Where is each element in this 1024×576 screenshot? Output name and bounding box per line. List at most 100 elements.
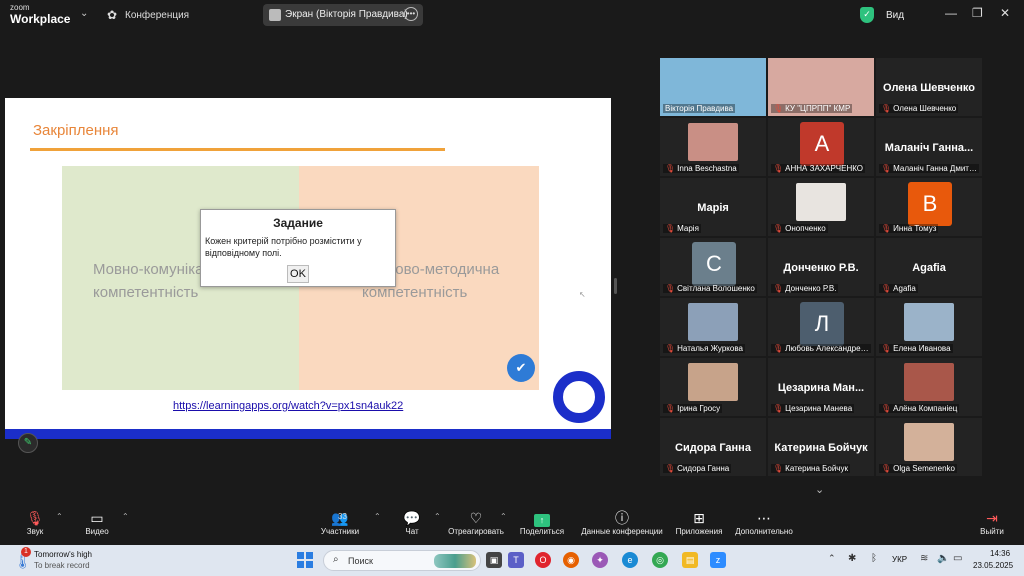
- participant-name: Agafia: [893, 284, 916, 293]
- meeting-title[interactable]: Конференция: [125, 10, 189, 21]
- share-button[interactable]: ↑ Поделиться: [517, 509, 567, 536]
- windows-start-icon[interactable]: [297, 552, 313, 568]
- react-label: Отреагировать: [448, 527, 504, 536]
- react-button[interactable]: ♡ Отреагировать: [446, 509, 506, 536]
- task-view-icon[interactable]: ▣: [486, 552, 502, 568]
- participant-tile[interactable]: Катерина Бойчук 🎙 Катерина Бойчук: [768, 418, 874, 476]
- view-button[interactable]: Вид: [886, 10, 904, 21]
- participant-tile[interactable]: 🎙 Онопченко: [768, 178, 874, 236]
- more-options-icon[interactable]: •••: [404, 7, 418, 21]
- clock-date[interactable]: 23.05.2025: [973, 561, 1013, 570]
- mic-muted-icon: 🎙: [665, 164, 676, 173]
- participant-name: Світлана Волошенко: [677, 284, 755, 293]
- opera-icon[interactable]: O: [535, 552, 551, 568]
- tray-app-icon[interactable]: ✱: [848, 553, 856, 564]
- participant-name: Алёна Компанiец: [893, 404, 958, 413]
- tray-expand-icon[interactable]: ⌃: [828, 553, 836, 564]
- apps-icon: ⊞: [693, 510, 705, 526]
- chrome-icon[interactable]: ◎: [652, 552, 668, 568]
- firefox-icon[interactable]: ◉: [563, 552, 579, 568]
- participant-video: [688, 363, 738, 401]
- language-indicator[interactable]: УКР: [892, 555, 907, 564]
- learningapps-link[interactable]: https://learningapps.org/watch?v=px1sn4a…: [173, 400, 403, 412]
- meeting-info-label: Данные конференции: [581, 527, 663, 536]
- participant-tile[interactable]: Цезарина Ман... 🎙 Цезарина Манева: [768, 358, 874, 416]
- taskbar-search[interactable]: ⌕ Поиск: [323, 550, 481, 571]
- avatar: B: [908, 182, 952, 226]
- participant-tile[interactable]: Олена Шевченко 🎙 Олена Шевченко: [876, 58, 982, 116]
- copilot-icon[interactable]: ✦: [592, 552, 608, 568]
- participant-tile[interactable]: Л 🎙 Любовь Александрен...: [768, 298, 874, 356]
- chat-button[interactable]: 💬 Чат: [400, 509, 424, 536]
- participant-name-large: Катерина Бойчук: [774, 442, 868, 454]
- caret-up-icon: ⌃: [374, 512, 381, 521]
- participants-button[interactable]: 👥 33 Участники: [318, 509, 362, 536]
- teams-icon[interactable]: T: [508, 552, 524, 568]
- mic-muted-icon: 🎙: [881, 404, 892, 413]
- edge-icon[interactable]: e: [622, 552, 638, 568]
- apps-button[interactable]: ⊞ Приложения: [672, 509, 726, 536]
- participant-tile[interactable]: Agafia 🎙 Agafia: [876, 238, 982, 296]
- participant-tile[interactable]: Донченко Р.В. 🎙 Донченко Р.В.: [768, 238, 874, 296]
- gallery-scroll-down-icon[interactable]: ⌄: [815, 483, 824, 496]
- participant-tile[interactable]: 🎙 Наталья Журкова: [660, 298, 766, 356]
- participant-tile[interactable]: Марія 🎙 Марія: [660, 178, 766, 236]
- mic-muted-icon: 🎙: [881, 104, 892, 113]
- volume-icon[interactable]: 🔈: [937, 553, 949, 564]
- panel-splitter[interactable]: [614, 278, 617, 294]
- participant-tile[interactable]: 🎙 Елена Иванова: [876, 298, 982, 356]
- participant-name: Онопченко: [785, 224, 826, 233]
- mic-muted-icon: 🎙: [773, 164, 784, 173]
- participant-tile[interactable]: 🎙 Ірина Гросу: [660, 358, 766, 416]
- mic-muted-icon: 🎙: [665, 224, 676, 233]
- file-explorer-icon[interactable]: ▤: [682, 552, 698, 568]
- check-answer-icon[interactable]: ✔: [507, 354, 535, 382]
- restore-button[interactable]: ❐: [972, 6, 983, 20]
- participant-video: [904, 303, 954, 341]
- mic-muted-icon: 🎙: [665, 284, 676, 293]
- bluetooth-icon[interactable]: ᛒ: [871, 553, 877, 564]
- video-button[interactable]: ▭ Видео: [82, 509, 112, 536]
- audio-button[interactable]: 🎙 Звук: [20, 509, 50, 536]
- participant-name-large: Марія: [697, 202, 729, 214]
- participant-name: Inna Beschastna: [677, 164, 737, 173]
- security-shield-icon[interactable]: ✓: [860, 7, 874, 23]
- weather-title[interactable]: Tomorrow's high: [34, 550, 92, 559]
- participants-label: Участники: [320, 527, 360, 536]
- dialog-title: Задание: [273, 216, 323, 230]
- dialog-ok-button[interactable]: OK: [287, 265, 309, 283]
- participant-tile[interactable]: 🎙 КУ "ЦПРПП" КМР: [768, 58, 874, 116]
- mouse-cursor-icon: ↖: [579, 290, 586, 299]
- more-button[interactable]: ⋯ Дополнительно: [732, 509, 796, 536]
- participant-tile[interactable]: B 🎙 Инна Томуз: [876, 178, 982, 236]
- participant-tile[interactable]: С 🎙 Світлана Волошенко: [660, 238, 766, 296]
- minimize-button[interactable]: —: [945, 6, 957, 20]
- participant-tile[interactable]: Маланіч Ганна... 🎙 Маланіч Ганна Дмитр...: [876, 118, 982, 176]
- participant-label: 🎙 Цезарина Манева: [771, 404, 855, 413]
- participant-tile[interactable]: 🎙 Olga Semenenko: [876, 418, 982, 476]
- chevron-down-icon[interactable]: ⌄: [80, 8, 88, 19]
- participants-count: 33: [338, 512, 347, 521]
- annotate-pencil-icon[interactable]: ✎: [18, 433, 38, 453]
- clock-time[interactable]: 14:36: [990, 549, 1010, 558]
- screen-share-pill[interactable]: Экран (Вікторія Правдива) •••: [263, 4, 423, 26]
- participant-name: Донченко Р.В.: [785, 284, 837, 293]
- participant-tile[interactable]: 🎙 Алёна Компанiец: [876, 358, 982, 416]
- meeting-info-button[interactable]: ⓘ Данные конференции: [578, 509, 666, 536]
- participant-tile[interactable]: Сидора Ганна 🎙 Сидора Ганна: [660, 418, 766, 476]
- participant-tile[interactable]: А 🎙 АННА ЗАХАРЧЕНКО: [768, 118, 874, 176]
- close-button[interactable]: ✕: [1000, 6, 1010, 20]
- participant-label: 🎙 Світлана Волошенко: [663, 284, 757, 293]
- participant-label: 🎙 Марія: [663, 224, 701, 233]
- wifi-icon[interactable]: ≋: [920, 553, 928, 564]
- participant-tile[interactable]: 🎙 Inna Beschastna: [660, 118, 766, 176]
- apps-label: Приложения: [675, 527, 723, 536]
- zoom-taskbar-icon[interactable]: z: [710, 552, 726, 568]
- participant-label: 🎙 КУ "ЦПРПП" КМР: [771, 104, 853, 113]
- weather-badge: 1: [21, 547, 31, 557]
- participant-name-large: Олена Шевченко: [883, 82, 975, 94]
- leave-button[interactable]: ⇥ Выйти: [974, 509, 1010, 536]
- battery-icon[interactable]: ▭: [953, 553, 962, 564]
- participant-tile[interactable]: Вікторія Правдива: [660, 58, 766, 116]
- mic-muted-icon: 🎙: [881, 224, 892, 233]
